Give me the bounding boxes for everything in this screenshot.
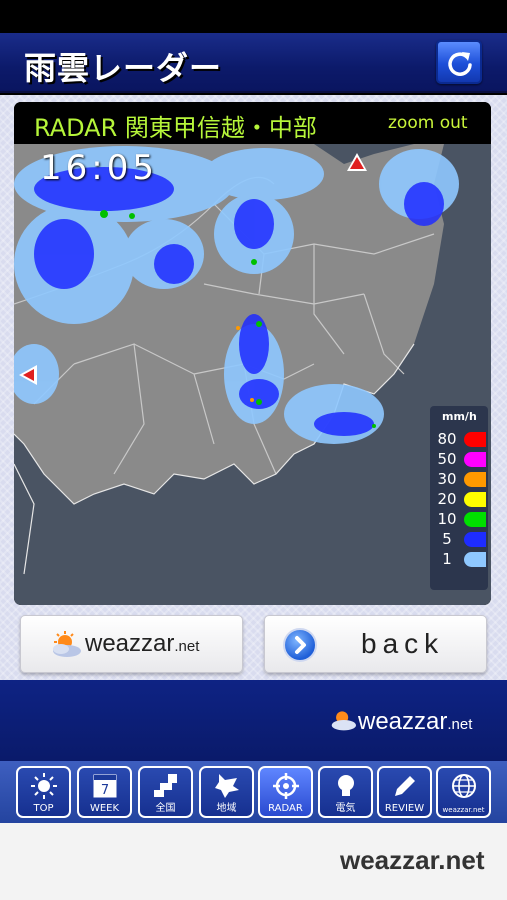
- brand-suffix: .net: [174, 638, 200, 655]
- legend-row: 50: [430, 450, 488, 469]
- tab-top[interactable]: TOP: [16, 766, 71, 818]
- legend-label: 80: [437, 430, 457, 448]
- lightbulb-icon: [338, 775, 354, 796]
- brand-banner: weazzar.net: [0, 680, 507, 761]
- footer-brand: weazzar.net: [340, 845, 485, 875]
- legend-label: 1: [442, 550, 452, 568]
- legend-swatch: [464, 552, 486, 567]
- tab-label: 全国: [155, 803, 176, 814]
- legend-row: 1: [430, 550, 488, 569]
- map-background: [14, 144, 459, 575]
- japan-map-icon: [154, 774, 177, 797]
- tab-label: TOP: [33, 803, 54, 814]
- weazzar-logo-icon: [331, 711, 356, 731]
- tab-label: WEEK: [89, 803, 120, 814]
- refresh-button[interactable]: [436, 40, 482, 84]
- calendar-day: 7: [101, 783, 109, 798]
- legend-label: 30: [437, 470, 457, 488]
- legend-row: 10: [430, 510, 488, 529]
- radar-region-title: RADAR 関東甲信越・中部: [34, 114, 317, 142]
- warning-triangle-icon: [347, 153, 367, 171]
- back-button-label: back: [361, 628, 445, 659]
- app-title: 雨雲レーダー: [24, 49, 223, 87]
- title-bar: 雨雲レーダー: [0, 33, 507, 93]
- brand-text: weazzar: [358, 708, 448, 735]
- bottom-tab-bar: TOP 7 WEEK 全国 地域 RADAR 電気 REVIEW weazzar…: [0, 761, 507, 823]
- tab-national[interactable]: 全国: [138, 766, 193, 818]
- legend-label: 10: [437, 510, 457, 528]
- legend-row: 20: [430, 490, 488, 509]
- chevron-right-icon: [283, 628, 317, 662]
- tab-label: RADAR: [268, 803, 303, 814]
- weazzar-button-label: weazzar.net: [85, 630, 199, 658]
- legend-row: 30: [430, 470, 488, 489]
- status-bar: [0, 0, 507, 33]
- tab-electricity[interactable]: 電気: [318, 766, 373, 818]
- legend-swatch: [464, 512, 486, 527]
- pencil-icon: [395, 776, 415, 796]
- tab-label: weazzar.net: [442, 806, 485, 814]
- crosshair-icon: [273, 773, 299, 799]
- left-arrow-marker-icon: [19, 365, 37, 385]
- weazzar-link-button[interactable]: weazzar.net: [20, 615, 243, 673]
- refresh-icon: [448, 52, 472, 76]
- tab-review[interactable]: REVIEW: [377, 766, 432, 818]
- tab-week[interactable]: 7 WEEK: [77, 766, 132, 818]
- content-area: RADAR 関東甲信越・中部 zoom out 16:05 mm/h 80 50…: [0, 95, 507, 680]
- legend-label: 5: [442, 530, 452, 548]
- legend-label: 50: [437, 450, 457, 468]
- tab-radar[interactable]: RADAR: [258, 766, 313, 818]
- hokkaido-map-icon: [215, 774, 239, 798]
- legend-swatch: [464, 492, 486, 507]
- tab-label: 地域: [216, 803, 237, 814]
- sun-icon: [31, 773, 57, 799]
- legend-swatch: [464, 532, 486, 547]
- tab-region[interactable]: 地域: [199, 766, 254, 818]
- weazzar-logo-icon: [53, 631, 81, 657]
- legend-swatch: [464, 432, 486, 447]
- tab-label: 電気: [335, 803, 356, 814]
- banner-brand-text: weazzar.net: [358, 708, 472, 736]
- radar-map[interactable]: 16:05 mm/h 80 50 30 20 10 5 1: [14, 144, 491, 605]
- calendar-icon: 7: [93, 774, 117, 798]
- radar-header: RADAR 関東甲信越・中部 zoom out: [14, 102, 491, 144]
- tab-weazzar[interactable]: weazzar.net: [436, 766, 491, 818]
- legend-swatch: [464, 452, 486, 467]
- tab-label: REVIEW: [384, 803, 425, 814]
- radar-panel: RADAR 関東甲信越・中部 zoom out 16:05 mm/h 80 50…: [14, 102, 491, 605]
- zoom-out-button[interactable]: zoom out: [388, 113, 468, 133]
- legend-unit: mm/h: [442, 410, 477, 423]
- legend-row: 80: [430, 430, 488, 449]
- legend-swatch: [464, 472, 486, 487]
- brand-suffix: .net: [447, 716, 473, 733]
- legend-row: 5: [430, 530, 488, 549]
- footer: weazzar.net: [0, 823, 507, 900]
- back-button[interactable]: back: [264, 615, 487, 673]
- radar-time: 16:05: [40, 148, 158, 188]
- precipitation-legend: mm/h 80 50 30 20 10 5 1: [430, 406, 488, 590]
- brand-text: weazzar: [85, 630, 175, 657]
- legend-label: 20: [437, 490, 457, 508]
- globe-icon: [452, 774, 476, 798]
